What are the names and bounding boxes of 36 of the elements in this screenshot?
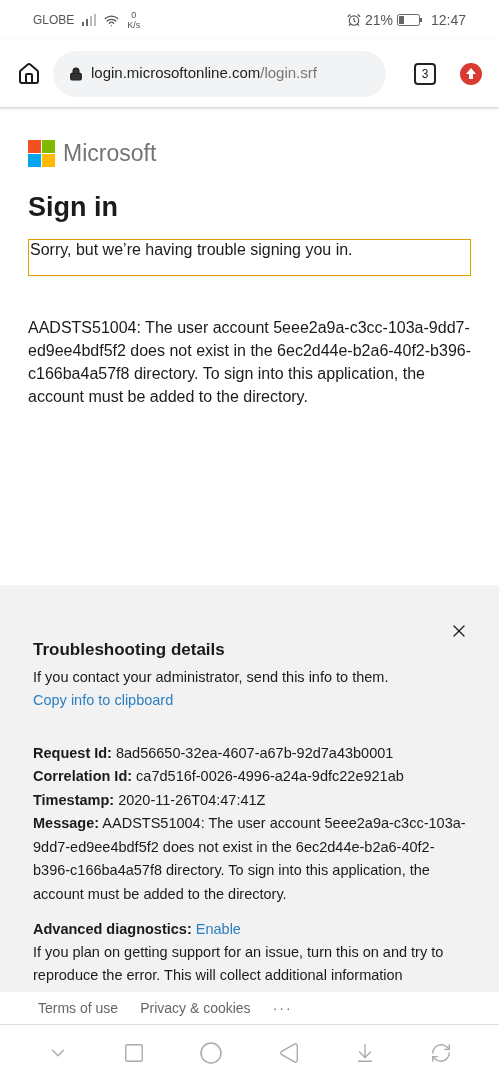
lock-icon	[69, 66, 83, 81]
clock: 12:47	[430, 10, 466, 30]
detail-line: Request Id: 8ad56650-32ea-4607-a67b-92d7a43b0001	[33, 743, 395, 763]
tab-count-button[interactable]: 3	[414, 62, 436, 85]
recents-icon[interactable]	[123, 1041, 146, 1064]
advanced-label: Advanced diagnostics:	[33, 921, 192, 937]
network-speed: 0	[131, 10, 137, 20]
troubleshooting-intro: If you contact your administrator, send this info to them.	[33, 667, 390, 687]
url-host: login.microsoftonline.com	[91, 63, 261, 84]
copy-link[interactable]: Copy info to clipboard	[33, 688, 174, 712]
rotate-icon[interactable]	[429, 1041, 452, 1064]
page-title: Sign in	[28, 190, 119, 224]
network-speed-unit: K/s	[127, 20, 141, 30]
brand-name: Microsoft	[63, 139, 157, 168]
back-icon[interactable]	[277, 1041, 300, 1064]
detail-line: Message: AADSTS51004: The user account 5eee2a9a-c3cc-103a-9dd7-ed9ee4bdf5f2 does not exist in the 6ec2d44e-b2a6-40f2-b396-c166ba4a57f8 directory. To sign into this application, the account must be added to the directory.	[33, 814, 466, 904]
error-banner: Sorry, but we’re having trouble signing you in.	[28, 239, 471, 276]
troubleshooting-title: Troubleshooting details	[33, 639, 226, 661]
footer-link[interactable]: Privacy & cookies	[140, 997, 251, 1019]
carrier-name: GLOBE	[33, 12, 75, 29]
more-options[interactable]: ···	[272, 997, 293, 1019]
url-path: /login.srf	[260, 63, 317, 84]
detail-line: Correlation Id: ca7d516f-0026-4996-a24a-9dfc22e921ab	[33, 767, 405, 786]
address-bar[interactable]: login.microsoftonline.com/login.srf	[53, 50, 386, 97]
advanced-description: If you plan on getting support for an issue, turn this on and try to reproduce the error. This will collect additional information	[33, 943, 445, 985]
footer-link[interactable]: Terms of use	[38, 997, 119, 1019]
microsoft-logo-icon	[28, 139, 55, 167]
wifi-icon	[104, 12, 120, 28]
error-message: AADSTS51004: The user account 5eee2a9a-c3cc-103a-9dd7-ed9ee4bdf5f2 does not exist in the 6ec2d44e-b2a6-40f2-b396-c166ba4a57f8 directory. To sign into this application, the account must be added to the directory.	[28, 318, 471, 407]
alarm-icon	[346, 13, 361, 27]
enable-link[interactable]: Enable	[195, 921, 241, 937]
detail-line: Timestamp: 2020-11-26T04:47:41Z	[33, 790, 267, 810]
upload-icon[interactable]	[460, 62, 482, 85]
battery-icon	[396, 14, 423, 26]
signal-icon	[82, 14, 97, 26]
battery-percent: 21%	[364, 10, 393, 30]
